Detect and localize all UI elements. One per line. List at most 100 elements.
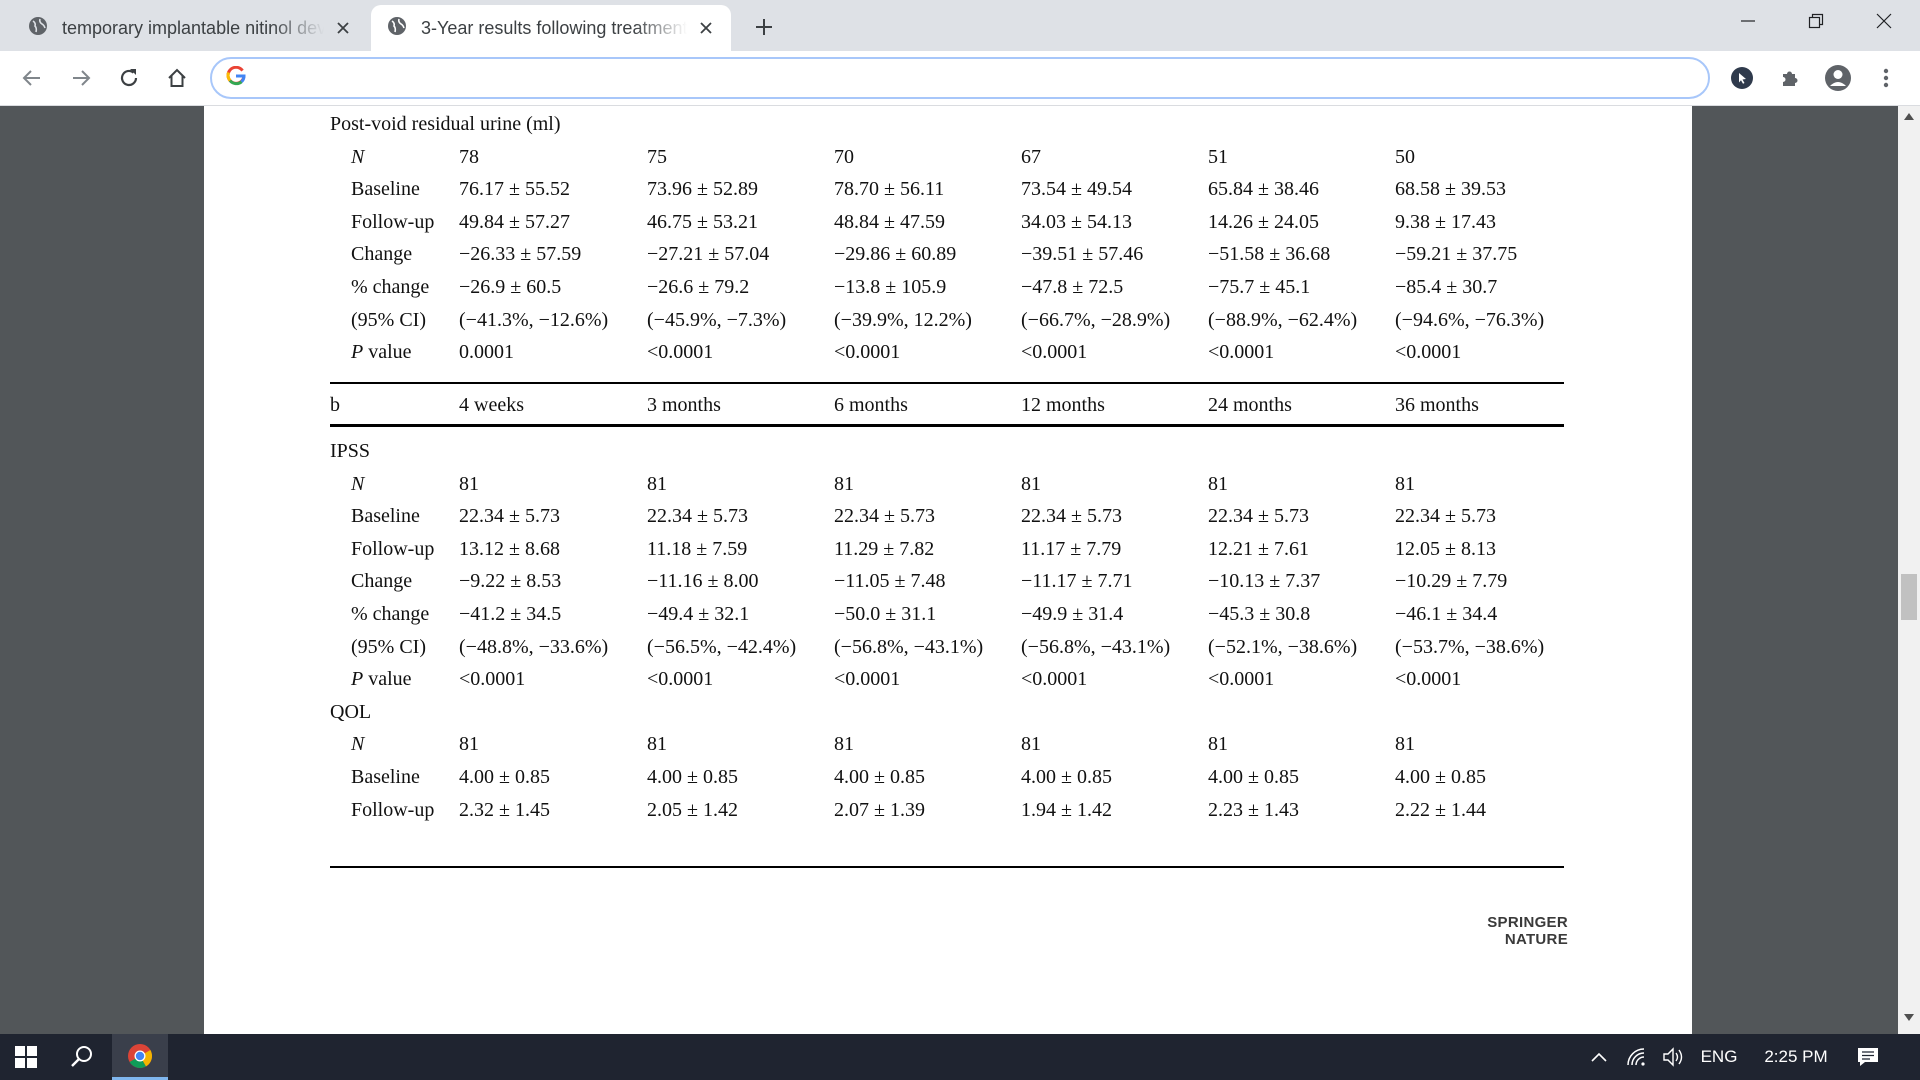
- search-icon[interactable]: [58, 1034, 106, 1080]
- table-cell: (−45.9%, −7.3%): [647, 308, 787, 331]
- table-cell: 68.58 ± 39.53: [1395, 178, 1506, 201]
- chevron-up-icon[interactable]: [1584, 1034, 1614, 1080]
- table-cell: 81: [1395, 733, 1415, 756]
- tab-title: temporary implantable nitinol device: [62, 17, 324, 38]
- table-cell: 49.84 ± 57.27: [459, 210, 570, 233]
- google-g-icon: [226, 65, 246, 91]
- row-label: (95% CI): [351, 635, 426, 658]
- table-cell: −85.4 ± 30.7: [1395, 276, 1498, 298]
- table-cell: 22.34 ± 5.73: [647, 505, 748, 528]
- table-cell: (−56.5%, −42.4%): [647, 635, 797, 658]
- pdf-viewer[interactable]: Post-void residual urine (ml) N 78 75 70 67 51…: [0, 106, 1920, 1034]
- table-rule-bottom: [330, 866, 1564, 868]
- row-label: N: [351, 145, 365, 168]
- plus-icon[interactable]: [748, 11, 780, 43]
- table-cell: 51: [1208, 145, 1228, 168]
- scrollbar-thumb[interactable]: [1901, 574, 1917, 620]
- minimize-window-button[interactable]: [1714, 0, 1782, 42]
- header-label: b: [330, 394, 340, 416]
- table-cell: −41.2 ± 34.5: [459, 603, 562, 625]
- row-label: Follow-up: [351, 537, 435, 560]
- table-cell: −9.22 ± 8.53: [459, 570, 562, 593]
- table-cell: 1.94 ± 1.42: [1021, 798, 1112, 821]
- row-label: Baseline: [351, 766, 420, 788]
- table-cell: (−39.9%, 12.2%): [834, 308, 972, 331]
- table-cell: 11.18 ± 7.59: [647, 537, 748, 560]
- table-cell: −46.1 ± 34.4: [1395, 603, 1498, 625]
- table-cell: 4.00 ± 0.85: [1021, 766, 1112, 788]
- row-label: P value: [351, 340, 412, 364]
- language-indicator[interactable]: ENG: [1694, 1034, 1744, 1080]
- table-cell: <0.0001: [647, 341, 714, 364]
- table-cell: 81: [647, 472, 667, 495]
- pdf-page: Post-void residual urine (ml) N 78 75 70 67 51…: [204, 106, 1692, 1034]
- table-cell: −11.16 ± 8.00: [647, 570, 759, 593]
- table-cell: −75.7 ± 45.1: [1208, 276, 1311, 298]
- table-cell: 11.17 ± 7.79: [1021, 537, 1122, 560]
- address-input[interactable]: [258, 63, 1708, 93]
- table-cell: 4.00 ± 0.85: [459, 766, 550, 788]
- chrome-icon[interactable]: [112, 1034, 168, 1080]
- reload-icon[interactable]: [111, 60, 147, 96]
- table-cell: −26.9 ± 60.5: [459, 276, 562, 298]
- forward-arrow-icon[interactable]: [63, 60, 99, 96]
- table-cell: 11.29 ± 7.82: [834, 537, 935, 560]
- table-cell: 0.0001: [459, 341, 514, 364]
- scroll-up-arrow-icon[interactable]: [1898, 112, 1920, 126]
- close-window-button[interactable]: [1850, 0, 1918, 42]
- home-icon[interactable]: [159, 60, 195, 96]
- column-header: 36 months: [1395, 394, 1479, 416]
- column-header: 12 months: [1021, 394, 1105, 416]
- table-cell: 22.34 ± 5.73: [834, 505, 935, 528]
- table-cell: −26.33 ± 57.59: [459, 243, 582, 266]
- back-arrow-icon[interactable]: [14, 60, 50, 96]
- table-cell: 9.38 ± 17.43: [1395, 210, 1496, 233]
- table-cell: 81: [459, 733, 479, 756]
- table-cell: <0.0001: [647, 668, 714, 691]
- table-cell: 22.34 ± 5.73: [1208, 505, 1309, 528]
- volume-icon[interactable]: [1656, 1034, 1690, 1080]
- row-label-suffix: value: [363, 668, 412, 691]
- wifi-icon[interactable]: [1620, 1034, 1654, 1080]
- table-cell: −45.3 ± 30.8: [1208, 603, 1311, 625]
- table-rule-header: [330, 424, 1564, 427]
- table-cell: (−56.8%, −43.1%): [834, 635, 984, 658]
- table-cell: 81: [1021, 733, 1041, 756]
- windows-start-icon[interactable]: [0, 1034, 52, 1080]
- row-label: Baseline: [351, 178, 420, 201]
- table-cell: 4.00 ± 0.85: [1208, 766, 1299, 788]
- row-label: N: [351, 472, 365, 495]
- clock[interactable]: 2:25 PM: [1752, 1034, 1840, 1080]
- table-cell: 22.34 ± 5.73: [1395, 505, 1496, 528]
- scroll-down-arrow-icon[interactable]: [1898, 1014, 1920, 1028]
- table-cell: −27.21 ± 57.04: [647, 243, 770, 266]
- table-cell: <0.0001: [1395, 341, 1462, 364]
- table-cell: 2.32 ± 1.45: [459, 798, 550, 821]
- table-cell: −49.9 ± 31.4: [1021, 603, 1124, 625]
- tab-3-year-results[interactable]: 3-Year results following treatment: [371, 5, 731, 51]
- row-label: Baseline: [351, 505, 420, 528]
- tab-temporary-implantable[interactable]: temporary implantable nitinol device: [12, 5, 368, 51]
- table-cell: 34.03 ± 54.13: [1021, 210, 1132, 233]
- row-label: Follow-up: [351, 210, 435, 233]
- restore-window-button[interactable]: [1782, 0, 1850, 42]
- puzzle-icon[interactable]: [1774, 62, 1806, 94]
- close-icon[interactable]: [332, 17, 354, 39]
- table-cell: (−53.7%, −38.6%): [1395, 635, 1545, 658]
- table-cell: 48.84 ± 47.59: [834, 210, 945, 233]
- table-cell: 2.05 ± 1.42: [647, 798, 738, 821]
- browser-toolbar: [0, 51, 1920, 106]
- table-cell: 76.17 ± 55.52: [459, 178, 570, 201]
- cursor-extension-icon[interactable]: [1726, 62, 1758, 94]
- address-bar[interactable]: [210, 57, 1710, 99]
- table-cell: −59.21 ± 37.75: [1395, 243, 1518, 266]
- row-label: Change: [351, 243, 413, 266]
- scrollbar[interactable]: [1898, 106, 1920, 1034]
- close-icon[interactable]: [695, 17, 717, 39]
- tab-title: 3-Year results following treatment: [421, 17, 687, 38]
- profile-icon[interactable]: [1822, 62, 1854, 94]
- table-cell: −13.8 ± 105.9: [834, 276, 947, 298]
- notification-icon[interactable]: [1848, 1034, 1888, 1080]
- kebab-menu-icon[interactable]: [1870, 62, 1902, 94]
- table-cell: (−94.6%, −76.3%): [1395, 308, 1545, 331]
